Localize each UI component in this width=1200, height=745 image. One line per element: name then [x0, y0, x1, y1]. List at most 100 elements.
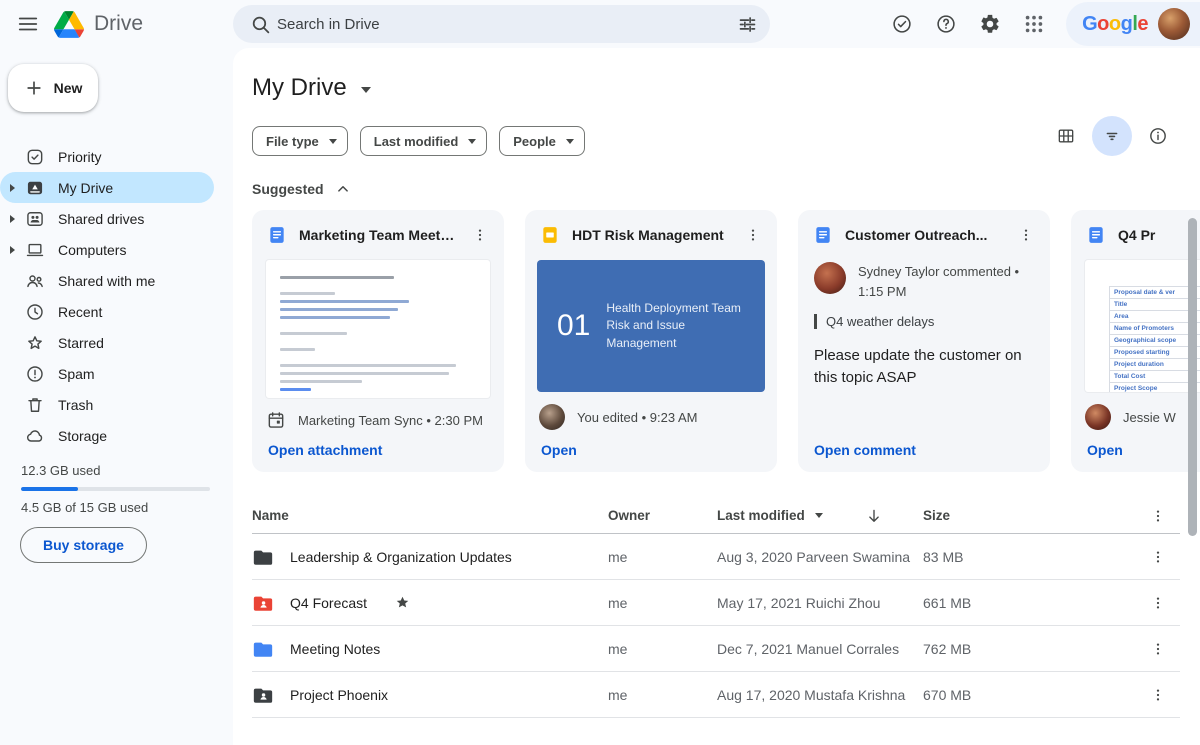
account-avatar[interactable] [1158, 8, 1190, 40]
suggestion-card[interactable]: Q4 Pr Proposal date & ver Title Area Nam… [1071, 210, 1200, 472]
sidebar-item-recent[interactable]: Recent [0, 296, 214, 327]
chevron-down-icon [328, 138, 337, 144]
storage-section: 12.3 GB used 4.5 GB of 15 GB used Buy st… [0, 463, 233, 563]
row-menu-button[interactable] [1120, 641, 1180, 657]
shared-folder-icon [253, 688, 273, 703]
open-link[interactable]: Open [1071, 430, 1200, 472]
comment-quote: Q4 weather delays [814, 314, 1034, 329]
kebab-icon [478, 229, 482, 241]
filter-chip-last-modified[interactable]: Last modified [359, 126, 488, 156]
document-thumbnail [266, 260, 490, 398]
filter-chip-people[interactable]: People [499, 126, 585, 156]
expand-arrow-icon[interactable] [10, 183, 15, 192]
sidebar-item-shared-drives[interactable]: Shared drives [0, 203, 214, 234]
open-attachment-link[interactable]: Open attachment [252, 430, 504, 472]
computers-icon [26, 243, 44, 256]
card-menu-button[interactable] [1014, 223, 1038, 247]
sidebar-item-storage[interactable]: Storage [0, 420, 214, 451]
check-circle-icon [893, 15, 911, 33]
cloud-icon [27, 429, 43, 442]
search-input[interactable] [277, 15, 730, 33]
main-menu-button[interactable] [8, 4, 48, 44]
gear-icon [981, 14, 999, 33]
kebab-icon [1156, 551, 1160, 562]
google-docs-icon [816, 227, 830, 243]
chevron-down-icon [814, 513, 823, 518]
suggestion-card[interactable]: Marketing Team Meetin... Marketing Team … [252, 210, 504, 472]
column-header-name[interactable]: Name [252, 508, 608, 523]
column-header-modified[interactable]: Last modified [717, 507, 923, 525]
search-button[interactable] [243, 7, 277, 41]
search-bar[interactable] [233, 5, 770, 43]
file-list: Name Owner Last modified Size Leadership… [252, 498, 1180, 718]
folder-icon [253, 642, 273, 657]
new-button[interactable]: New [8, 64, 98, 112]
info-button[interactable] [1138, 116, 1178, 156]
open-link[interactable]: Open [525, 430, 777, 472]
buy-storage-button[interactable]: Buy storage [20, 527, 147, 563]
expand-arrow-icon[interactable] [10, 214, 15, 223]
scrollbar[interactable] [1188, 218, 1197, 536]
grid-view-icon [1058, 129, 1074, 143]
apps-grid-button[interactable] [1014, 4, 1054, 44]
calendar-icon [268, 412, 284, 428]
kebab-icon [1024, 229, 1028, 241]
plus-icon [26, 81, 41, 95]
settings-button[interactable] [970, 4, 1010, 44]
table-row[interactable]: Q4 Forecast me May 17, 2021 Ruichi Zhou … [252, 580, 1180, 626]
search-icon [252, 16, 269, 33]
sort-direction-icon[interactable] [865, 507, 883, 525]
drive-logo[interactable]: Drive [54, 10, 143, 38]
storage-progress-fill [21, 487, 78, 491]
sidebar-item-shared-with-me[interactable]: Shared with me [0, 265, 214, 296]
card-menu-button[interactable] [468, 223, 492, 247]
editor-avatar [1085, 404, 1111, 430]
sidebar-item-trash[interactable]: Trash [0, 389, 214, 420]
suggestion-card[interactable]: Customer Outreach... Sydney Taylor comme… [798, 210, 1050, 472]
table-row[interactable]: Meeting Notes me Dec 7, 2021 Manuel Corr… [252, 626, 1180, 672]
storage-progress-bar [21, 487, 210, 491]
kebab-icon [751, 229, 755, 241]
grid-view-button[interactable] [1046, 116, 1086, 156]
row-menu-button[interactable] [1120, 549, 1180, 565]
chevron-down-icon [565, 138, 574, 144]
card-menu-button[interactable] [741, 223, 765, 247]
main-content: My Drive File type Last modified People … [233, 48, 1200, 745]
sidebar-item-starred[interactable]: Starred [0, 327, 214, 358]
table-row[interactable]: Leadership & Organization Updates me Aug… [252, 534, 1180, 580]
kebab-icon [1156, 597, 1160, 608]
topbar-actions: Google [882, 0, 1200, 48]
sidebar-item-priority[interactable]: Priority [0, 141, 214, 172]
help-button[interactable] [926, 4, 966, 44]
suggestion-card[interactable]: HDT Risk Management 01 Health Deployment… [525, 210, 777, 472]
clock-icon [27, 303, 43, 320]
row-menu-button[interactable] [1120, 595, 1180, 611]
file-list-header: Name Owner Last modified Size [252, 498, 1180, 534]
help-icon [937, 15, 955, 33]
storage-quota-label: 4.5 GB of 15 GB used [21, 500, 149, 515]
advanced-search-button[interactable] [730, 7, 764, 41]
offline-status-button[interactable] [882, 4, 922, 44]
sidebar-item-spam[interactable]: Spam [0, 358, 214, 389]
expand-arrow-icon[interactable] [10, 245, 15, 254]
suggested-cards: Marketing Team Meetin... Marketing Team … [252, 210, 1200, 472]
tune-icon [739, 16, 755, 32]
table-row[interactable]: Project Phoenix me Aug 17, 2020 Mustafa … [252, 672, 1180, 718]
suggested-section-header[interactable]: Suggested [252, 180, 1200, 198]
row-menu-button[interactable] [1120, 687, 1180, 703]
column-header-owner[interactable]: Owner [608, 508, 717, 523]
starred-icon [396, 596, 409, 608]
filter-button[interactable] [1092, 116, 1132, 156]
storage-used-label: 12.3 GB used [21, 463, 101, 478]
drive-logo-icon [54, 10, 84, 38]
google-slides-icon [543, 227, 557, 243]
my-drive-icon [27, 181, 43, 194]
column-header-size[interactable]: Size [923, 508, 1120, 523]
commenter-avatar [814, 262, 846, 294]
sidebar-item-my-drive[interactable]: My Drive [0, 172, 214, 203]
open-comment-link[interactable]: Open comment [798, 430, 1050, 472]
sidebar-item-computers[interactable]: Computers [0, 234, 214, 265]
filter-chip-file-type[interactable]: File type [252, 126, 348, 156]
page-title-dropdown[interactable]: My Drive [252, 74, 371, 102]
list-settings-button[interactable] [1120, 508, 1180, 524]
